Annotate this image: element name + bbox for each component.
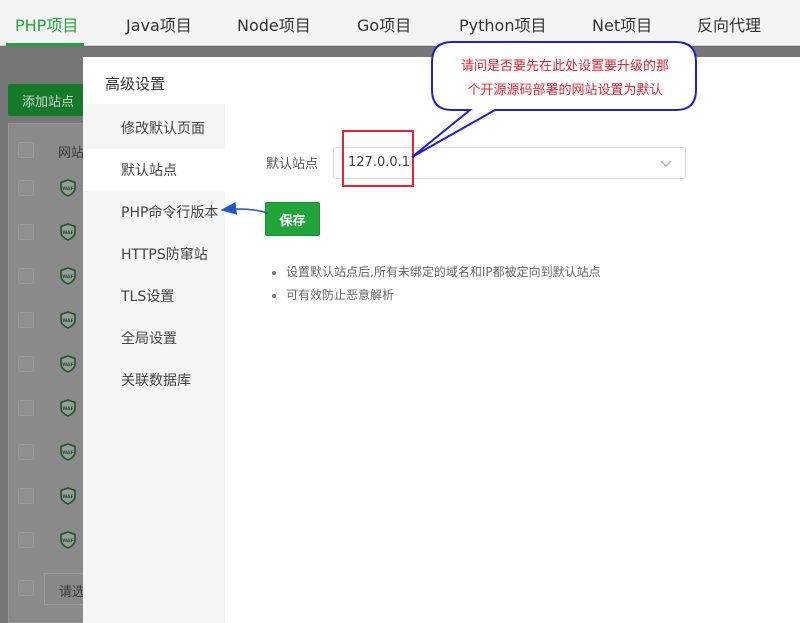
svg-text:WAF: WAF (62, 362, 73, 368)
svg-text:WAF: WAF (62, 318, 73, 324)
add-site-button[interactable]: 添加站点 (8, 84, 86, 116)
row-checkbox[interactable] (18, 532, 34, 548)
row-checkbox[interactable] (18, 356, 34, 372)
active-tab-indicator (6, 43, 84, 46)
tab-reverse-proxy[interactable]: 反向代理 (697, 12, 761, 36)
svg-text:WAF: WAF (62, 450, 73, 456)
chevron-down-icon (660, 160, 672, 167)
menu-item-default-site[interactable]: 默认站点 (83, 149, 225, 191)
dialog-title: 高级设置 (105, 75, 166, 93)
annotation-line: 请问是否要先在此处设置要升级的那 (460, 59, 669, 74)
tab-go-projects[interactable]: Go项目 (357, 12, 411, 36)
hint-item: 设置默认站点后,所有未绑定的域名和IP都被定向到默认站点 (268, 261, 601, 284)
waf-shield-icon: WAF (60, 267, 76, 285)
tab-php-projects[interactable]: PHP项目 (15, 12, 78, 36)
row-checkbox[interactable] (18, 180, 34, 196)
site-table-panel (8, 123, 88, 623)
row-checkbox[interactable] (18, 400, 34, 416)
hint-item: 可有效防止恶意解析 (268, 284, 601, 307)
menu-item-global-settings[interactable]: 全局设置 (83, 317, 225, 359)
select-all-checkbox[interactable] (18, 142, 34, 158)
tab-node-projects[interactable]: Node项目 (237, 12, 311, 36)
waf-shield-icon: WAF (60, 531, 76, 549)
waf-shield-icon: WAF (60, 223, 76, 241)
svg-text:WAF: WAF (62, 186, 73, 192)
top-navigation: PHP项目 Java项目 Node项目 Go项目 Python项目 Net项目 … (0, 0, 800, 46)
tab-python-projects[interactable]: Python项目 (459, 12, 546, 36)
svg-text:WAF: WAF (62, 274, 73, 280)
waf-shield-icon: WAF (60, 355, 76, 373)
svg-text:WAF: WAF (62, 494, 73, 500)
svg-text:WAF: WAF (62, 406, 73, 412)
annotation-line: 个开源源码部署的网站设置为默认 (467, 83, 663, 98)
waf-shield-icon: WAF (60, 443, 76, 461)
menu-item-https-anti-hijack[interactable]: HTTPS防窜站 (83, 233, 225, 275)
advanced-settings-dialog: 高级设置 修改默认页面 默认站点 PHP命令行版本 HTTPS防窜站 TLS设置… (83, 57, 800, 623)
tab-java-projects[interactable]: Java项目 (126, 12, 192, 36)
row-checkbox[interactable] (18, 444, 34, 460)
menu-item-php-cli-version[interactable]: PHP命令行版本 (83, 191, 225, 233)
svg-text:WAF: WAF (62, 230, 73, 236)
save-button[interactable]: 保存 (265, 202, 320, 236)
settings-menu: 修改默认页面 默认站点 PHP命令行版本 HTTPS防窜站 TLS设置 全局设置… (83, 104, 225, 623)
annotation-highlight-box (342, 130, 414, 187)
row-checkbox[interactable] (18, 224, 34, 240)
table-header-site: 网站 (58, 146, 85, 161)
hint-list: 设置默认站点后,所有未绑定的域名和IP都被定向到默认站点 可有效防止恶意解析 (268, 261, 601, 307)
row-checkbox[interactable] (18, 312, 34, 328)
batch-action-select[interactable]: 请选 (44, 573, 88, 605)
row-checkbox[interactable] (18, 488, 34, 504)
annotation-text: 请问是否要先在此处设置要升级的那 个开源源码部署的网站设置为默认 (445, 55, 685, 103)
batch-checkbox[interactable] (18, 580, 34, 596)
row-checkbox[interactable] (18, 268, 34, 284)
waf-shield-icon: WAF (60, 179, 76, 197)
waf-shield-icon: WAF (60, 487, 76, 505)
default-site-label: 默认站点 (266, 157, 319, 172)
waf-shield-icon: WAF (60, 311, 76, 329)
menu-item-tls-settings[interactable]: TLS设置 (83, 275, 225, 317)
menu-item-default-page[interactable]: 修改默认页面 (83, 107, 225, 149)
svg-text:WAF: WAF (62, 538, 73, 544)
waf-shield-icon: WAF (60, 399, 76, 417)
menu-item-linked-database[interactable]: 关联数据库 (83, 359, 225, 401)
tab-net-projects[interactable]: Net项目 (592, 12, 652, 36)
